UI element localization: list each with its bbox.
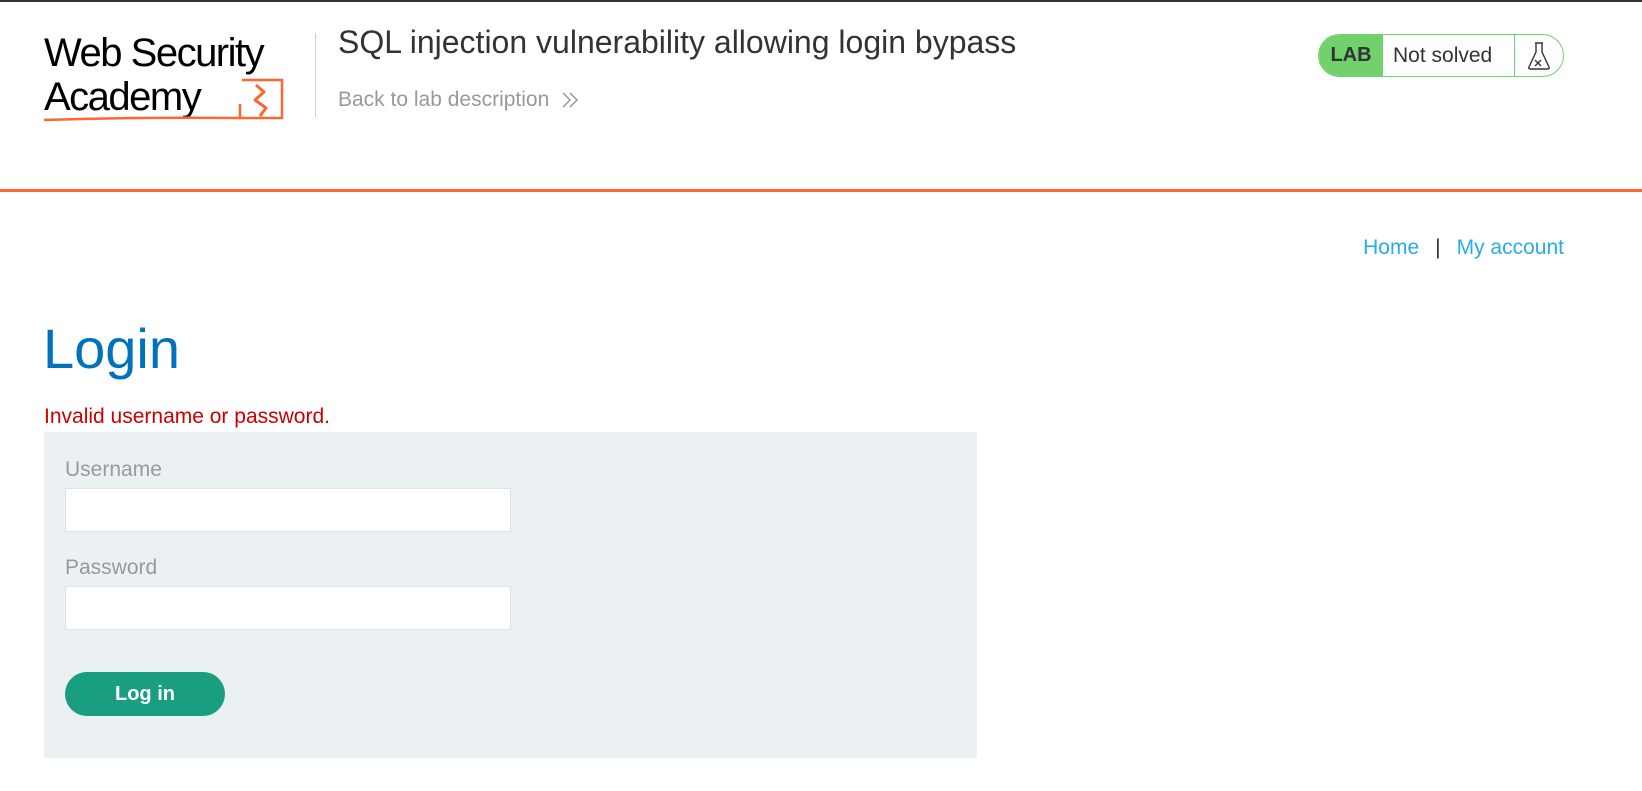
- password-label: Password: [65, 556, 158, 579]
- password-input[interactable]: [65, 586, 511, 630]
- back-to-lab-description-link[interactable]: Back to lab description: [338, 88, 579, 112]
- nav-separator: |: [1435, 236, 1441, 259]
- web-security-academy-logo[interactable]: Web Security Academy: [42, 30, 287, 126]
- lab-title: SQL injection vulnerability allowing log…: [338, 24, 1017, 60]
- my-account-link[interactable]: My account: [1457, 236, 1564, 260]
- page-title: Login: [43, 317, 181, 380]
- lab-badge: LAB: [1319, 35, 1383, 76]
- logo-graphic: Web Security Academy: [43, 31, 284, 122]
- home-link[interactable]: Home: [1363, 236, 1419, 260]
- lab-status-text: Not solved: [1383, 35, 1515, 76]
- back-link-label: Back to lab description: [338, 88, 550, 111]
- log-in-button[interactable]: Log in: [65, 672, 225, 716]
- logo-divider: [315, 33, 316, 117]
- svg-text:Academy: Academy: [44, 75, 202, 119]
- flask-icon: [1515, 35, 1563, 76]
- lab-header: Web Security Academy SQL injection vulne…: [0, 2, 1642, 192]
- double-chevron-right-icon: [562, 92, 579, 108]
- username-label: Username: [65, 458, 162, 481]
- lab-status-widget: LAB Not solved: [1318, 34, 1564, 77]
- login-form: Username Password Log in: [44, 432, 977, 758]
- username-input[interactable]: [65, 488, 511, 532]
- login-error-message: Invalid username or password.: [44, 405, 330, 428]
- svg-text:Web Security: Web Security: [44, 31, 265, 75]
- top-navigation: Home | My account: [1363, 236, 1564, 260]
